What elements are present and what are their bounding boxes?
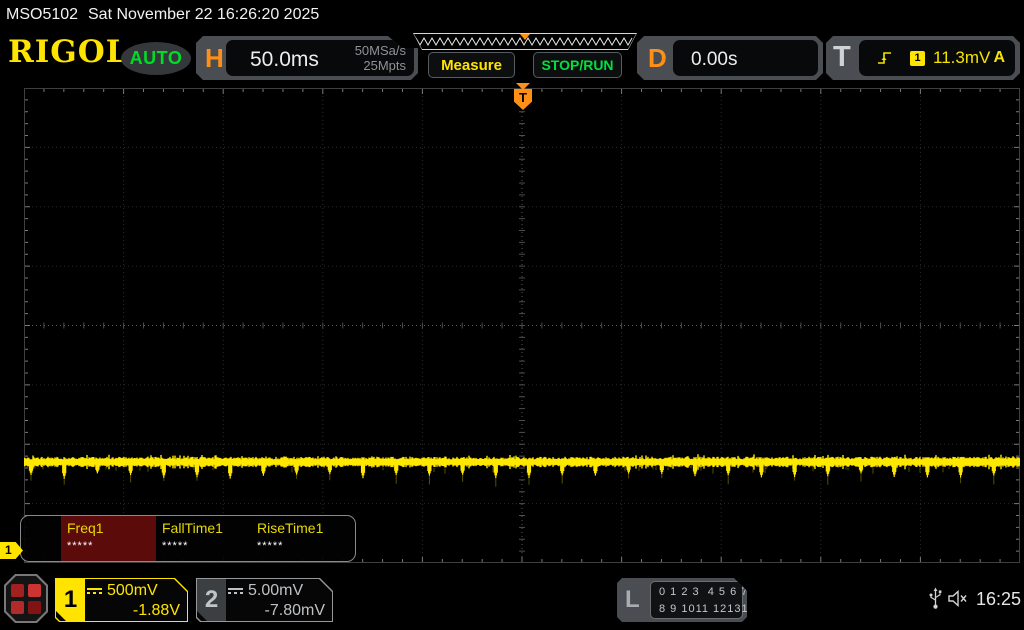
logic-label: L [625, 586, 640, 614]
graticule-display [24, 88, 1020, 563]
measurement-results-panel: Freq1 ***** FallTime1 ***** RiseTime1 **… [20, 515, 356, 562]
rising-edge-icon [877, 50, 894, 66]
logic-row1: 0 1 2 3 4 5 6 7 [659, 586, 748, 598]
preview-trigger-position-icon[interactable] [520, 34, 530, 40]
channel-1-block[interactable]: 1 500mV -1.88V [55, 578, 188, 622]
delay-panel[interactable]: D 0.00s [637, 36, 823, 80]
logic-channels: 0 1 2 3 4 5 6 78 9 1011 12131415 [650, 581, 743, 619]
measurement-label: FallTime1 [162, 520, 251, 536]
model-name: MSO5102 [6, 6, 78, 24]
delay-value: 0.00s [691, 49, 737, 71]
measurement-label: Freq1 [67, 520, 156, 536]
channel-1-offset: -1.88V [87, 601, 180, 621]
channel-2-block[interactable]: 2 5.00mV -7.80mV [196, 578, 333, 622]
measure-button[interactable]: Measure [428, 52, 515, 78]
timebase-value: 50.0ms [250, 48, 319, 72]
horizontal-timebase-panel[interactable]: H 50.0ms 50MSa/s 25Mpts [196, 36, 418, 80]
trigger-source-badge: 1 [910, 51, 925, 66]
trigger-position-triangle-icon [516, 83, 530, 90]
measurement-label: RiseTime1 [257, 520, 346, 536]
quad-squares-icon [6, 576, 46, 621]
trigger-sweep-mode: A [993, 49, 1005, 67]
measurement-value: ***** [257, 540, 346, 552]
channel-2-offset: -7.80mV [228, 601, 325, 621]
top-info-bar: MSO5102 Sat November 22 16:26:20 2025 [0, 0, 1024, 30]
channel-1-readout: 500mV -1.88V [87, 581, 180, 619]
channel-1-scale: 500mV [107, 581, 158, 601]
trigger-panel[interactable]: T 1 11.3mV A [826, 36, 1020, 80]
trigger-status-badge: AUTO [121, 42, 191, 75]
dc-coupling-icon [228, 588, 243, 594]
measurement-item-freq1[interactable]: Freq1 ***** [61, 516, 156, 561]
trigger-label: T [833, 41, 851, 74]
channel-1-number: 1 [56, 579, 85, 621]
delay-label: D [648, 43, 667, 74]
clock-time: 16:25 [976, 589, 1021, 610]
windows-menu-icon[interactable] [4, 574, 48, 623]
trigger-inner: 1 11.3mV A [859, 40, 1015, 76]
delay-inner: 0.00s [673, 40, 818, 76]
measurement-value: ***** [67, 540, 156, 552]
horizontal-inner: 50.0ms 50MSa/s 25Mpts [226, 40, 414, 76]
logic-analyzer-block[interactable]: L 0 1 2 3 4 5 6 78 9 1011 12131415 [617, 578, 747, 622]
sample-rate-block: 50MSa/s 25Mpts [355, 43, 406, 73]
waveform-preview-strip[interactable] [413, 33, 637, 50]
channel-2-scale: 5.00mV [248, 581, 303, 601]
channel-2-inner: 2 5.00mV -7.80mV [197, 579, 332, 621]
horizontal-label: H [205, 43, 224, 74]
channel-1-inner: 1 500mV -1.88V [56, 579, 187, 621]
stop-run-button[interactable]: STOP/RUN [533, 52, 622, 78]
oscilloscope-screen: MSO5102 Sat November 22 16:26:20 2025 RI… [0, 0, 1024, 630]
sample-rate: 50MSa/s [355, 43, 406, 58]
channel-2-number: 2 [197, 579, 226, 621]
measurement-item-falltime1[interactable]: FallTime1 ***** [156, 516, 251, 561]
usb-icon [928, 587, 943, 610]
logic-row2: 8 9 1011 12131415 [659, 603, 770, 615]
channel-2-readout: 5.00mV -7.80mV [228, 581, 325, 619]
memory-depth: 25Mpts [355, 58, 406, 73]
trigger-level-value: 11.3mV [933, 48, 990, 68]
measurement-item-risetime1[interactable]: RiseTime1 ***** [251, 516, 346, 561]
dc-coupling-icon [87, 588, 102, 594]
speaker-muted-icon[interactable] [948, 590, 970, 607]
datetime-text: Sat November 22 16:26:20 2025 [88, 6, 319, 24]
rigol-logo: RIGOL [8, 34, 129, 70]
measurement-value: ***** [162, 540, 251, 552]
